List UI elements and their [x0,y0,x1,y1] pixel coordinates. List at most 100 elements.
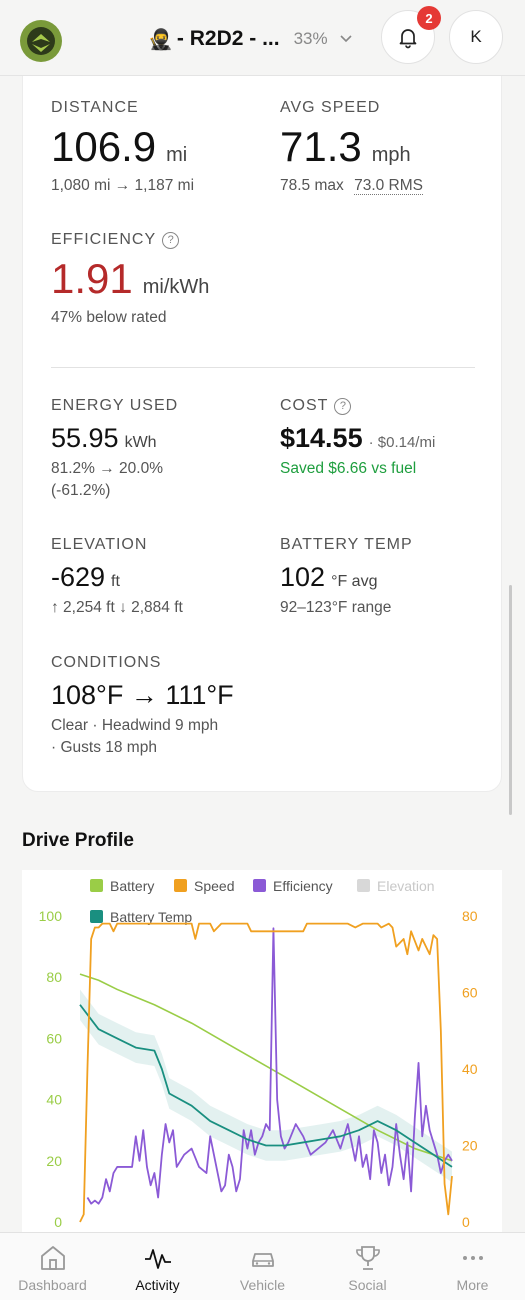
avg-speed-value: 71.3 [280,123,362,170]
nav-social-label: Social [348,1277,387,1293]
elevation-stat: ELEVATION -629 ft ↑ 2,254 ft ↓ 2,884 ft [51,536,183,619]
wind-gusts: · Gusts 18 mph [51,739,157,756]
efficiency-stat: EFFICIENCY ? 1.91 mi/kWh 47% below rated [51,231,209,329]
battery-temp-range-band [80,989,452,1183]
distance-stat: DISTANCE 106.9 mi 1,080 mi → 1,187 mi [51,99,194,197]
weather-summary: Clear · Headwind 9 mph [51,717,219,734]
cost-label: COST [280,397,329,414]
elevation-unit: ft [111,573,120,590]
battery-temp-stat: BATTERY TEMP 102 °F avg 92–123°F range [280,536,413,619]
drive-stats-card: DISTANCE 106.9 mi 1,080 mi → 1,187 mi AV… [22,40,502,792]
distance-label: DISTANCE [51,99,139,116]
bell-icon [399,29,417,49]
efficiency-value: 1.91 [51,255,133,302]
cost-per-mile: · $0.14/mi [368,434,436,451]
energy-used-unit: kWh [124,434,157,451]
logo-icon [27,27,55,55]
right-axis-tick: 0 [462,1214,470,1230]
energy-used-stat: ENERGY USED 55.95 kWh 81.2% → 20.0% (-61… [51,397,178,502]
avg-speed-stat: AVG SPEED 71.3 mph 78.5 max 73.0 RMS [280,99,423,197]
max-speed: 78.5 max [280,177,344,194]
avg-speed-unit: mph [371,144,411,166]
efficiency-unit: mi/kWh [142,276,210,298]
distance-unit: mi [166,144,188,166]
legend-label-speed: Speed [194,878,234,894]
more-icon [462,1256,483,1260]
vehicle-selector[interactable]: 🥷 - R2D2 - ... 33% [148,22,352,56]
nav-dashboard[interactable]: Dashboard [0,1233,105,1300]
elevation-gain-loss: ↑ 2,254 ft ↓ 2,884 ft [51,599,183,616]
cost-stat: COST ? $14.55 · $0.14/mi Saved $6.66 vs … [280,397,435,480]
scrollbar[interactable] [509,585,512,815]
legend-swatch-elevation [357,879,370,892]
nav-more-label: More [456,1277,489,1293]
help-icon[interactable]: ? [162,231,180,249]
conditions-stat: CONDITIONS 108°F → 111°F Clear · Headwin… [51,654,234,759]
help-icon[interactable]: ? [334,397,352,415]
elevation-label: ELEVATION [51,536,148,553]
distance-value: 106.9 [51,123,157,170]
drive-profile-title: Drive Profile [22,830,134,851]
right-axis-tick: 40 [462,1061,478,1077]
series-line-speed [79,922,453,1223]
rms-speed[interactable]: 73.0 RMS [354,177,423,195]
energy-used-label: ENERGY USED [51,397,179,414]
left-axis-tick: 20 [46,1153,62,1169]
battery-temp-range: 92–123°F range [280,599,392,616]
legend-swatch-battery-temp [90,910,103,923]
avg-speed-label: AVG SPEED [280,99,381,116]
soc-range: 81.2% → 20.0% [51,460,164,477]
notification-badge: 2 [417,6,441,30]
legend-label-battery: Battery [110,878,154,894]
legend-label-battery-temp: Battery Temp [110,909,192,925]
drive-profile-chart[interactable]: Battery Speed Efficiency Elevation Battery T… [22,870,502,1232]
vehicle-name: - R2D2 - ... [176,27,280,50]
right-axis-tick: 60 [462,985,478,1001]
left-axis-tick: 80 [46,969,62,985]
elevation-value: -629 [51,562,106,592]
left-axis-tick: 60 [46,1030,62,1046]
battery-temp-label: BATTERY TEMP [280,536,413,553]
legend-label-efficiency: Efficiency [273,878,333,894]
energy-used-value: 55.95 [51,423,119,453]
car-icon [251,1253,274,1267]
nav-dashboard-label: Dashboard [18,1277,87,1293]
nav-activity[interactable]: Activity [105,1233,210,1300]
left-axis-tick: 100 [39,908,63,924]
nav-more[interactable]: More [420,1233,525,1300]
right-axis-tick: 80 [462,908,478,924]
vehicle-emoji: 🥷 [148,28,173,51]
chart-svg: Battery Speed Efficiency Elevation Battery T… [39,878,478,1230]
efficiency-label: EFFICIENCY [51,231,157,248]
nav-social[interactable]: Social [315,1233,420,1300]
legend-swatch-efficiency [253,879,266,892]
distance-range: 1,080 mi → 1,187 mi [51,177,195,194]
trophy-icon [355,1246,380,1270]
activity-icon [144,1249,171,1269]
nav-vehicle-label: Vehicle [239,1277,286,1293]
efficiency-comparison: 47% below rated [51,309,167,326]
chevron-down-icon [340,35,352,43]
battery-temp-unit: °F avg [331,573,378,590]
fuel-savings: Saved $6.66 vs fuel [280,460,417,477]
nav-vehicle[interactable]: Vehicle [210,1233,315,1300]
legend-label-elevation: Elevation [377,878,435,894]
vehicle-battery-pct: 33% [293,29,328,48]
soc-delta: (-61.2%) [51,482,111,499]
series-line-efficiency [86,927,453,1205]
app-header: 🥷 - R2D2 - ... 33% 2 K [0,0,525,76]
conditions-value: 108°F → 111°F [51,680,234,710]
app-logo[interactable] [20,20,62,62]
legend-swatch-speed [174,879,187,892]
divider [51,367,475,368]
left-axis-tick: 0 [54,1214,62,1230]
conditions-label: CONDITIONS [51,654,162,671]
nav-activity-label: Activity [135,1277,180,1293]
cost-value: $14.55 [280,423,363,453]
legend-swatch-battery [90,879,103,892]
right-axis-tick: 20 [462,1138,478,1154]
battery-temp-value: 102 [280,562,326,592]
home-icon [40,1246,65,1270]
avatar[interactable]: K [449,10,503,64]
left-axis-tick: 40 [46,1092,62,1108]
